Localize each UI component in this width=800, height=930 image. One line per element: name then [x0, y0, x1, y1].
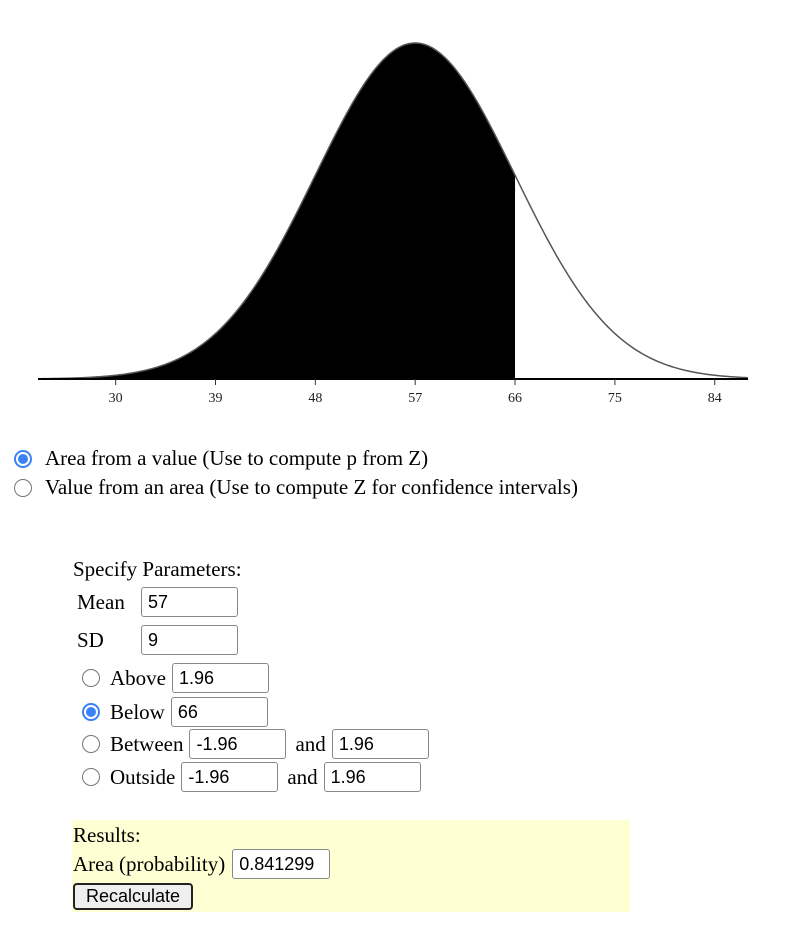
- mode-area-from-value[interactable]: Area from a value (Use to compute p from…: [14, 446, 428, 471]
- outside-label: Outside: [110, 764, 176, 789]
- x-tick-label: 57: [408, 391, 422, 406]
- area-row: Area (probability): [73, 849, 331, 879]
- x-tick-label: 66: [508, 391, 522, 406]
- above-radio[interactable]: [82, 669, 100, 687]
- mean-input[interactable]: [141, 587, 238, 617]
- sd-input[interactable]: [141, 625, 238, 655]
- mean-label: Mean: [77, 589, 125, 614]
- between-row: Between and: [82, 729, 429, 759]
- outside-low-input[interactable]: [181, 762, 279, 792]
- sd-label: SD: [77, 627, 104, 652]
- x-tick-label: 84: [708, 391, 722, 406]
- below-radio[interactable]: [82, 703, 100, 721]
- outside-high-input[interactable]: [323, 762, 421, 792]
- x-tick-label: 39: [209, 391, 223, 406]
- below-row: Below: [82, 697, 268, 727]
- between-and-label: and: [295, 731, 326, 756]
- between-low-input[interactable]: [189, 729, 287, 759]
- outside-row: Outside and: [82, 762, 421, 792]
- params-title: Specify Parameters:: [73, 557, 242, 581]
- sd-row: SD: [77, 625, 238, 655]
- above-label: Above: [110, 665, 166, 690]
- mode-value-from-area[interactable]: Value from an area (Use to compute Z for…: [14, 475, 578, 500]
- mode-label: Area from a value (Use to compute p from…: [45, 446, 429, 470]
- x-tick-label: 48: [308, 391, 322, 406]
- radio-button[interactable]: [14, 449, 32, 468]
- shaded-area: [38, 43, 516, 379]
- outside-and-label: and: [287, 764, 318, 789]
- results-title: Results:: [73, 823, 141, 847]
- x-tick-label: 75: [608, 391, 622, 406]
- area-output[interactable]: [232, 849, 331, 879]
- outside-radio[interactable]: [82, 768, 100, 786]
- recalculate-button[interactable]: Recalculate: [73, 883, 194, 910]
- area-label: Area (probability): [73, 851, 226, 876]
- above-row: Above: [82, 663, 269, 693]
- mean-row: Mean: [77, 587, 238, 617]
- below-input[interactable]: [170, 697, 268, 727]
- x-tick-label: 30: [109, 391, 123, 406]
- between-label: Between: [110, 731, 184, 756]
- between-high-input[interactable]: [331, 729, 429, 759]
- normal-distribution-chart: 30 39 48 57 66 75 84: [37, 42, 749, 406]
- mode-label: Value from an area (Use to compute Z for…: [45, 475, 578, 499]
- results-panel: Results: Area (probability) Recalculate: [72, 820, 630, 912]
- above-input[interactable]: [172, 663, 269, 693]
- below-label: Below: [110, 699, 165, 724]
- between-radio[interactable]: [82, 735, 100, 753]
- radio-button[interactable]: [14, 478, 32, 497]
